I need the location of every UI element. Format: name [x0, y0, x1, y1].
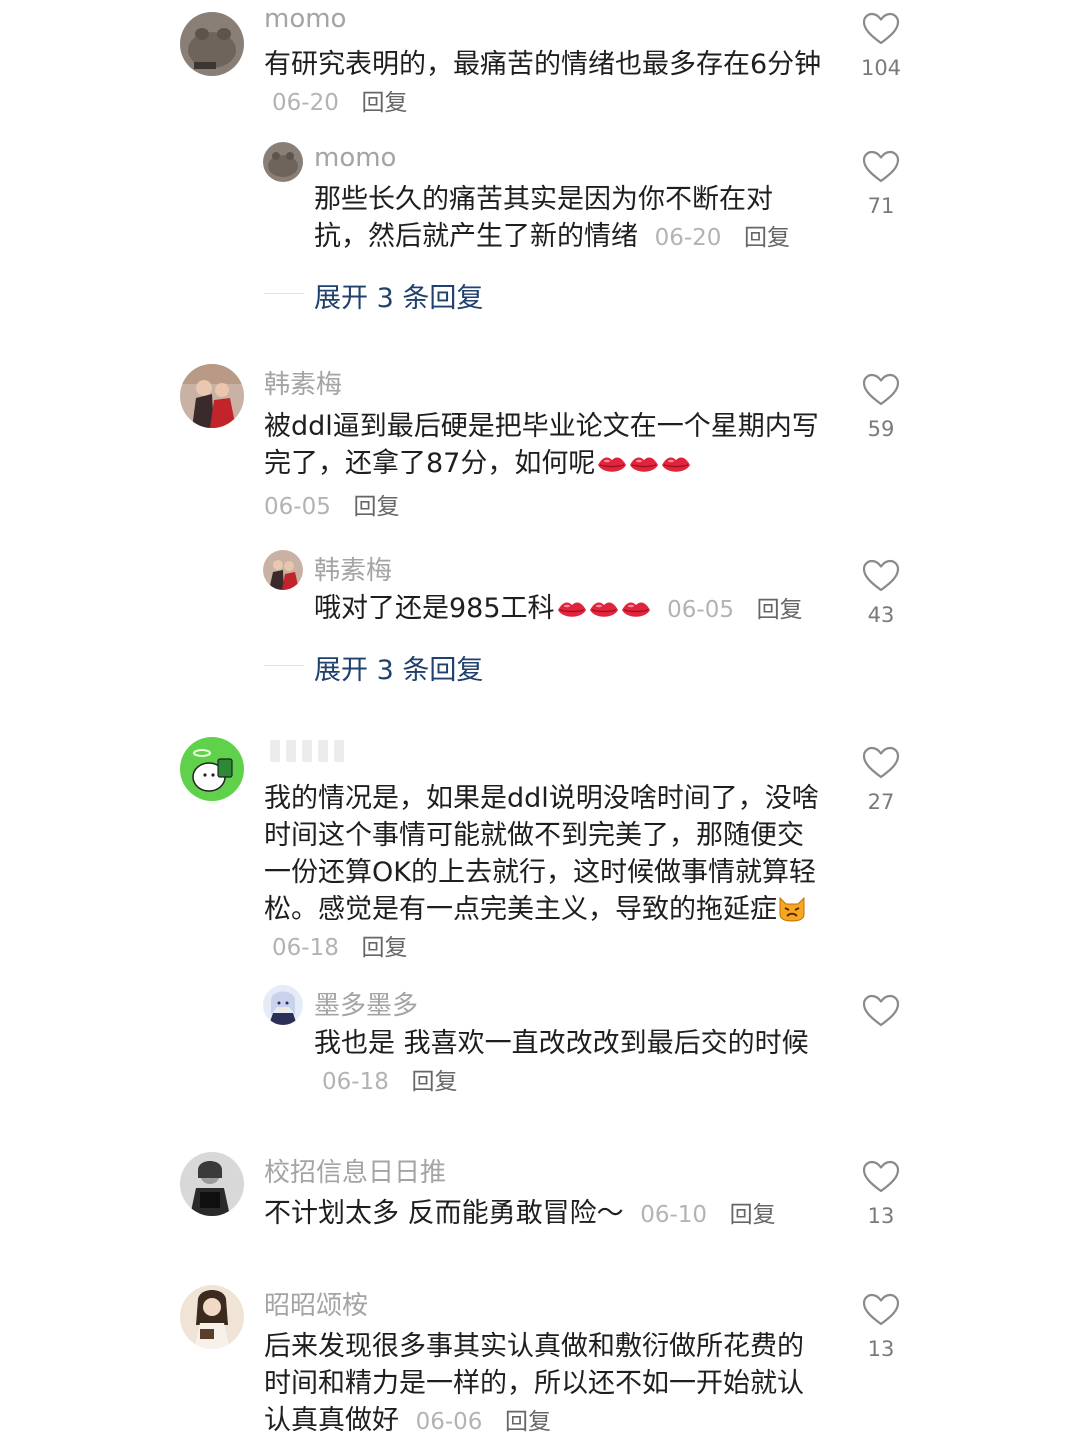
reply-date: 06-05 [667, 597, 734, 623]
heart-outline-icon[interactable] [862, 746, 900, 780]
comment-body: 我的情况是，如果是ddl说明没啥时间了，没啥时间这个事情可能就做不到完美了，那随… [264, 783, 819, 925]
reply-button[interactable]: 回复 [361, 935, 407, 961]
kiss-lips-icon [621, 599, 651, 621]
comment-author[interactable] [270, 740, 344, 762]
reply-button[interactable]: 回复 [757, 597, 803, 623]
comment-body: 被ddl逼到最后硬是把毕业论文在一个星期内写完了，还拿了87分，如何呢 [264, 411, 819, 479]
heart-outline-icon[interactable] [862, 12, 900, 46]
reply-author[interactable]: 韩素梅 [314, 550, 392, 587]
comment-author[interactable]: 昭昭颂桉 [264, 1285, 368, 1322]
comment-text: 后来发现很多事其实认真做和敷衍做所花费的时间和精力是一样的，所以还不如一开始就认… [264, 1328, 804, 1441]
comment-date: 06-05 [264, 494, 331, 520]
like-count: 71 [867, 194, 895, 218]
reply-author[interactable]: 墨多墨多 [314, 985, 418, 1022]
heart-outline-icon[interactable] [862, 373, 900, 407]
comment-date: 06-20 [272, 90, 339, 116]
avatar[interactable] [263, 142, 303, 182]
heart-outline-icon[interactable] [862, 150, 900, 184]
avatar[interactable] [180, 364, 244, 428]
kiss-lips-icon [629, 454, 659, 476]
reply-author[interactable]: momo [314, 143, 396, 173]
reply-button[interactable]: 回复 [353, 494, 399, 520]
reply-body: 我也是 我喜欢一直改改改到最后交的时候 [314, 1028, 809, 1059]
like-count: 27 [867, 790, 895, 814]
expand-replies-link[interactable]: 展开 3 条回复 [314, 276, 483, 315]
like-count: 104 [860, 56, 902, 80]
kiss-lips-icon [557, 599, 587, 621]
comment-text: 我的情况是，如果是ddl说明没啥时间了，没啥时间这个事情可能就做不到完美了，那随… [264, 780, 820, 967]
expand-replies-link[interactable]: 展开 3 条回复 [314, 648, 483, 687]
avatar[interactable] [180, 737, 244, 801]
like-count: 13 [867, 1337, 895, 1361]
comment-author[interactable]: 韩素梅 [264, 364, 342, 401]
kiss-lips-icon [597, 454, 627, 476]
heart-outline-icon[interactable] [862, 1293, 900, 1327]
avatar[interactable] [263, 550, 303, 590]
comment-date: 06-18 [272, 935, 339, 961]
comment-text: 不计划太多 反而能勇敢冒险～ 06-10 回复 [264, 1195, 804, 1234]
avatar[interactable] [180, 12, 244, 76]
expand-divider [264, 293, 304, 294]
comment-body: 不计划太多 反而能勇敢冒险～ [264, 1198, 624, 1229]
comment-meta: 06-05 回复 [264, 487, 824, 526]
heart-outline-icon[interactable] [862, 559, 900, 593]
expand-divider [264, 665, 304, 666]
reply-body: 哦对了还是985工科 [314, 593, 555, 624]
reply-button[interactable]: 回复 [411, 1069, 457, 1095]
like-count: 13 [867, 1204, 895, 1228]
reply-date: 06-20 [654, 225, 722, 251]
like-count: 59 [867, 417, 895, 441]
reply-text: 我也是 我喜欢一直改改改到最后交的时候 06-18 回复 [314, 1025, 814, 1101]
reply-button[interactable]: 回复 [505, 1409, 551, 1435]
comment-date: 06-10 [640, 1202, 708, 1228]
reply-button[interactable]: 回复 [744, 225, 790, 251]
reply-button[interactable]: 回复 [730, 1202, 776, 1228]
comment-date: 06-06 [415, 1409, 483, 1435]
comment-text: 有研究表明的，最痛苦的情绪也最多存在6分钟 06-20 回复 [264, 46, 824, 122]
avatar[interactable] [180, 1152, 244, 1216]
heart-outline-icon[interactable] [862, 1160, 900, 1194]
reply-date: 06-18 [322, 1069, 389, 1095]
like-count: 43 [867, 603, 895, 627]
avatar[interactable] [180, 1285, 244, 1349]
heart-outline-icon[interactable] [862, 994, 900, 1028]
kiss-lips-icon [661, 454, 691, 476]
reply-text: 哦对了还是985工科 06-05 回复 [314, 590, 834, 629]
comment-author[interactable]: momo [264, 4, 346, 34]
reply-button[interactable]: 回复 [361, 90, 407, 116]
comment-text: 被ddl逼到最后硬是把毕业论文在一个星期内写完了，还拿了87分，如何呢 [264, 408, 824, 482]
comment-author[interactable]: 校招信息日日推 [264, 1152, 446, 1189]
reply-text: 那些长久的痛苦其实是因为你不断在对抗，然后就产生了新的情绪 06-20 回复 [314, 181, 824, 257]
avatar[interactable] [263, 985, 303, 1025]
comment-body: 有研究表明的，最痛苦的情绪也最多存在6分钟 [264, 49, 822, 80]
angry-cat-emoji-icon [777, 894, 807, 922]
kiss-lips-icon [589, 599, 619, 621]
